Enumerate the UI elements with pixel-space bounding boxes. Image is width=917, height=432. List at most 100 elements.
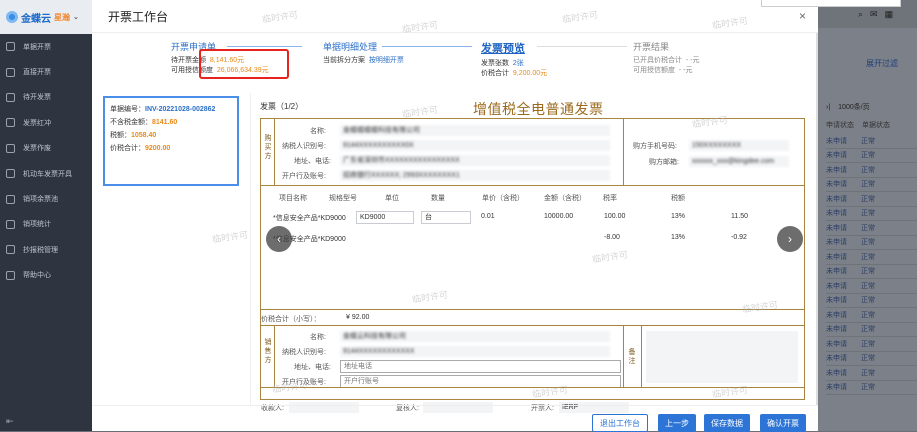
table-header: 申请状态 单据状态 (826, 116, 917, 134)
sidebar-item-label: 销项统计 (23, 221, 51, 229)
tax-label: 税额： (110, 132, 131, 139)
sidebar-item-label: 机动车发票开具 (23, 170, 72, 178)
table-cell: 正常 (861, 195, 875, 203)
buyer-address-label: 地址、电话: (294, 158, 331, 165)
sidebar-item[interactable]: 直接开票 (0, 59, 92, 84)
item-spec[interactable]: KD9000 (356, 211, 414, 224)
menu-icon (6, 42, 15, 52)
buyer-email-value: xxxxxx_xxx@kingdee.com (689, 156, 789, 167)
prev-invoice-button[interactable]: ‹ (266, 226, 292, 252)
table-row[interactable]: 未申请 正常 (826, 279, 917, 294)
step-title: 单据明细处理 (323, 42, 378, 52)
table-row[interactable]: 未申请 正常 (826, 308, 917, 323)
sidebar-item[interactable]: 销项余票池 (0, 186, 92, 211)
menu-icon (6, 194, 15, 204)
issued-total-value: - -元 (685, 57, 700, 64)
table-cell: 未申请 (826, 326, 847, 334)
table-row[interactable]: 未申请 正常 (826, 381, 917, 395)
amount-value: 8141.60 (152, 119, 178, 126)
table-cell: 未申请 (826, 253, 847, 261)
table-row[interactable]: 未申请 正常 (826, 149, 917, 163)
expand-filter-link[interactable]: 展开过滤 (866, 58, 898, 69)
sidebar-item[interactable]: 单据开票 (0, 34, 92, 59)
menu-collapse-icon[interactable]: ⇤ (6, 416, 14, 427)
col-apply-status: 申请状态 (826, 122, 854, 129)
sidebar-item[interactable]: 帮助中心 (0, 263, 92, 288)
sidebar-item-label: 帮助中心 (23, 272, 51, 280)
sidebar-item[interactable]: 销项统计 (0, 212, 92, 237)
menu-icon (6, 143, 15, 153)
table-cell: 正常 (861, 268, 875, 276)
pager-next-icon[interactable]: ›| (826, 104, 830, 111)
remark-field[interactable] (646, 331, 798, 383)
table-row[interactable]: 未申请 正常 (826, 207, 917, 221)
remark-heading: 备注 (628, 349, 636, 365)
step-invoice-preview[interactable]: 发票预览 发票张数 2张 价税合计 9,200.00元 (481, 40, 547, 79)
table-row[interactable]: 未申请 正常 (826, 352, 917, 366)
buyer-phone-value: 150XXXXXXXX (689, 140, 789, 151)
step-bar: 开票申请单 待开票金额 8,141.60元 可用授信额度 26,066,634.… (92, 36, 818, 86)
table-row[interactable]: 未申请 正常 (826, 192, 917, 207)
table-row[interactable]: 未申请 正常 (826, 178, 917, 192)
grand-total-label: 价税合计（小写）： (261, 316, 321, 323)
table-row[interactable]: 未申请 正常 (826, 236, 917, 250)
grid-icon[interactable]: ▦ (885, 9, 894, 20)
pager-size[interactable]: 1000条/页 (838, 102, 870, 112)
table-cell: 正常 (861, 297, 875, 305)
table-row[interactable]: 未申请 正常 (826, 294, 917, 308)
pager: ›| 1000条/页 (826, 98, 917, 116)
buyer-name-value: 金蝶蝶蝶蝶科技有限公司 (340, 125, 610, 136)
sidebar-item[interactable]: 发票红冲 (0, 110, 92, 135)
table-cell: 正常 (861, 224, 875, 232)
item-tax: 11.50 (731, 213, 748, 220)
table-row[interactable]: 未申请 正常 (826, 323, 917, 337)
sidebar-item-label: 销项余票池 (23, 196, 58, 204)
seller-name-label: 名称: (310, 334, 326, 341)
seller-name-value: 金蝶云科技有限公司 (340, 331, 610, 342)
table-cell: 正常 (861, 355, 875, 363)
item-price: 10000.00 (544, 213, 574, 220)
save-data-button[interactable]: 保存数据 (704, 414, 750, 432)
table-row[interactable]: 未申请 正常 (826, 366, 917, 381)
table-row[interactable]: 未申请 正常 (826, 163, 917, 178)
sidebar: 金蝶云 星瀚 ⌄ 单据开票 直接开票 待开发票 发票红冲 发票作废机动车发票开具 销项余票… (0, 0, 92, 431)
exit-workbench-button[interactable]: 退出工作台 (592, 414, 648, 432)
table-row[interactable]: 未申请 正常 (826, 265, 917, 279)
table-cell: 未申请 (826, 311, 847, 319)
confirm-invoice-button[interactable]: 确认开票 (760, 414, 806, 432)
table-cell: 未申请 (826, 297, 847, 305)
brand-logo[interactable]: 金蝶云 星瀚 ⌄ (0, 0, 92, 34)
column-header: 项目名称 (279, 195, 307, 202)
table-cell: 未申请 (826, 210, 847, 218)
table-row[interactable]: 未申请 正常 (826, 134, 917, 149)
item-name: *信息安全产品*KD9000 (273, 215, 346, 222)
previous-step-button[interactable]: 上一步 (658, 414, 696, 432)
dialog-header: 开票工作台 × (92, 0, 818, 33)
col-doc-status: 单据状态 (862, 122, 890, 129)
next-invoice-button[interactable]: › (777, 226, 803, 252)
header-icons: ⌕ ✉ ▦ (858, 9, 893, 20)
sidebar-item[interactable]: 发票作废 (0, 136, 92, 161)
close-icon[interactable]: × (799, 9, 806, 23)
split-plan-value[interactable]: 按明细开票 (369, 57, 404, 64)
table-cell: 未申请 (826, 282, 847, 290)
column-header: 单价（含税） (482, 195, 524, 202)
search-icon[interactable]: ⌕ (858, 9, 863, 20)
step-detail-processing[interactable]: 单据明细处理 当前拆分方案 按明细开票 (323, 40, 404, 66)
table-row[interactable]: 未申请 正常 (826, 221, 917, 236)
column-header: 税率 (603, 195, 617, 202)
table-row[interactable]: 未申请 正常 (826, 337, 917, 352)
table-row[interactable]: 未申请 正常 (826, 250, 917, 265)
document-summary-card[interactable]: 单据编号：INV-20221028-002862 不含税金额：8141.60 税… (103, 96, 239, 186)
sidebar-item[interactable]: 抄报税管理 (0, 237, 92, 262)
step-connector (537, 46, 627, 47)
sidebar-item[interactable]: 机动车发票开具 (0, 161, 92, 186)
buyer-bank-label: 开户行及账号: (282, 173, 326, 180)
seller-address-input[interactable] (340, 360, 621, 373)
scrollbar[interactable] (816, 33, 818, 405)
message-icon[interactable]: ✉ (870, 9, 878, 20)
sidebar-item[interactable]: 待开发票 (0, 85, 92, 110)
buyer-taxid-label: 纳税人识别号: (282, 143, 326, 150)
item-unit[interactable]: 台 (421, 211, 471, 224)
column-header: 规格型号 (329, 195, 357, 202)
